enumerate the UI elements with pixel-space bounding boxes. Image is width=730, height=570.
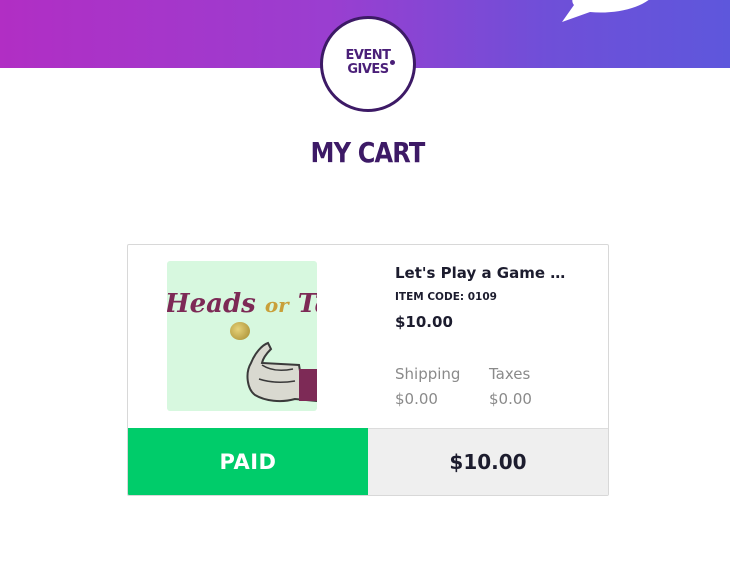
cart-item-card: Heads or Tails Let's Play a Game o... IT… — [127, 244, 609, 496]
paid-status-button[interactable]: PAID — [128, 428, 368, 495]
item-code: ITEM CODE: 0109 — [395, 291, 497, 303]
item-price: $10.00 — [395, 313, 453, 331]
shipping-value: $0.00 — [395, 390, 438, 408]
taxes-value: $0.00 — [489, 390, 532, 408]
event-gives-logo[interactable]: EVENT GIVES — [320, 16, 416, 112]
shipping-label: Shipping — [395, 365, 461, 383]
cart-total: $10.00 — [368, 428, 608, 495]
taxes-label: Taxes — [489, 365, 531, 383]
item-title[interactable]: Let's Play a Game o... — [395, 264, 575, 282]
chat-bubble-icon — [562, 0, 649, 22]
logo-text: EVENT GIVES — [345, 48, 391, 77]
page-title: MY CART — [310, 136, 426, 169]
hand-icon — [246, 341, 317, 403]
item-thumbnail[interactable]: Heads or Tails — [167, 261, 317, 411]
logo-dot — [390, 60, 395, 65]
